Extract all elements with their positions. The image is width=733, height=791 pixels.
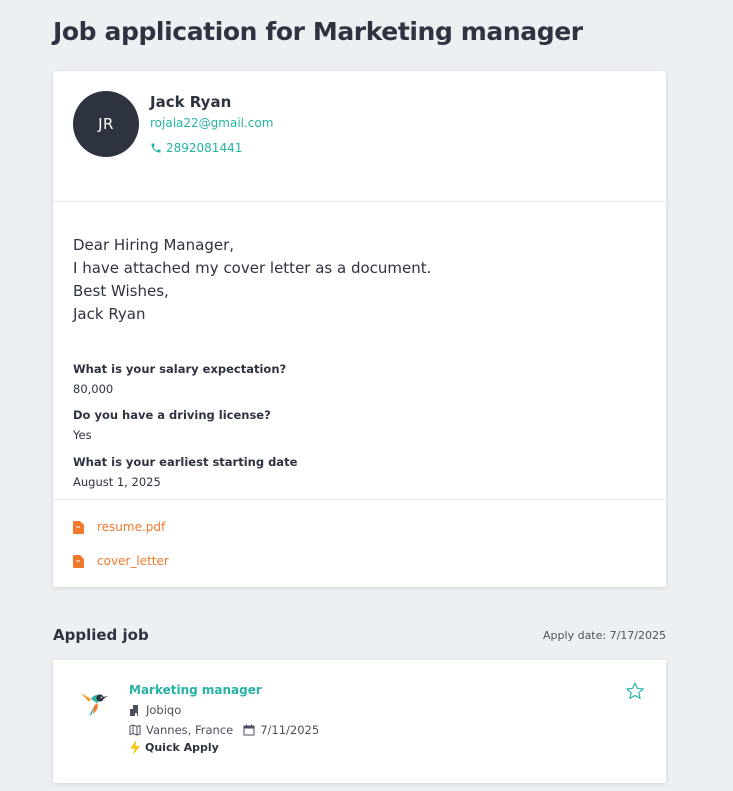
page: Job application for Marketing manager JR… bbox=[0, 0, 733, 791]
application-card: JR Jack Ryan rojala22@gmail.com 28920814… bbox=[53, 71, 666, 587]
question-label: What is your salary expectation? bbox=[73, 362, 287, 376]
attachment-cover-letter[interactable]: cover_letter bbox=[73, 554, 169, 568]
cover-letter-line: Jack Ryan bbox=[73, 305, 146, 323]
job-company: Jobiqo bbox=[129, 703, 181, 717]
quick-apply-label: Quick Apply bbox=[145, 741, 219, 754]
quick-apply-badge: Quick Apply bbox=[128, 740, 219, 755]
cover-letter-text: Dear Hiring Manager, I have attached my … bbox=[73, 234, 431, 326]
lightning-icon bbox=[130, 740, 140, 755]
question-block: What is your earliest starting date Augu… bbox=[73, 455, 297, 489]
job-meta: Vannes, France 7/11/2025 bbox=[129, 723, 319, 737]
candidate-email[interactable]: rojala22@gmail.com bbox=[150, 116, 273, 130]
job-title-link[interactable]: Marketing manager bbox=[129, 683, 262, 697]
question-answer: 80,000 bbox=[73, 382, 114, 396]
candidate-phone[interactable]: 2892081441 bbox=[150, 141, 242, 155]
applied-job-card[interactable]: Marketing manager Jobiqo Vannes, France … bbox=[53, 660, 666, 783]
page-title: Job application for Marketing manager bbox=[53, 17, 583, 46]
attachment-name[interactable]: cover_letter bbox=[97, 554, 169, 568]
candidate-phone-number: 2892081441 bbox=[166, 141, 243, 155]
hummingbird-logo bbox=[81, 693, 108, 716]
job-location: Vannes, France bbox=[146, 723, 234, 737]
divider bbox=[53, 201, 666, 202]
attachment-name[interactable]: resume.pdf bbox=[97, 520, 165, 534]
attachment-resume[interactable]: resume.pdf bbox=[73, 520, 165, 534]
question-label: What is your earliest starting date bbox=[73, 455, 298, 469]
calendar-icon bbox=[243, 724, 255, 736]
cover-letter-line: Dear Hiring Manager, bbox=[73, 236, 235, 254]
company-name: Jobiqo bbox=[146, 703, 182, 717]
avatar: JR bbox=[73, 91, 139, 157]
document-icon bbox=[73, 554, 84, 568]
question-block: Do you have a driving license? Yes bbox=[73, 408, 271, 442]
divider bbox=[53, 499, 666, 500]
candidate-name: Jack Ryan bbox=[150, 93, 232, 111]
document-icon bbox=[73, 520, 84, 534]
star-icon[interactable] bbox=[625, 681, 645, 701]
job-posted-date: 7/11/2025 bbox=[260, 723, 320, 737]
question-block: What is your salary expectation? 80,000 bbox=[73, 362, 286, 396]
question-answer: Yes bbox=[73, 428, 92, 442]
phone-icon bbox=[151, 143, 161, 153]
apply-date: Apply date: 7/17/2025 bbox=[543, 629, 666, 642]
building-icon bbox=[130, 705, 138, 716]
map-icon bbox=[129, 724, 141, 736]
question-label: Do you have a driving license? bbox=[73, 408, 271, 422]
cover-letter-line: I have attached my cover letter as a doc… bbox=[73, 259, 432, 277]
cover-letter-line: Best Wishes, bbox=[73, 282, 169, 300]
question-answer: August 1, 2025 bbox=[73, 475, 161, 489]
applied-job-heading: Applied job bbox=[53, 626, 149, 644]
